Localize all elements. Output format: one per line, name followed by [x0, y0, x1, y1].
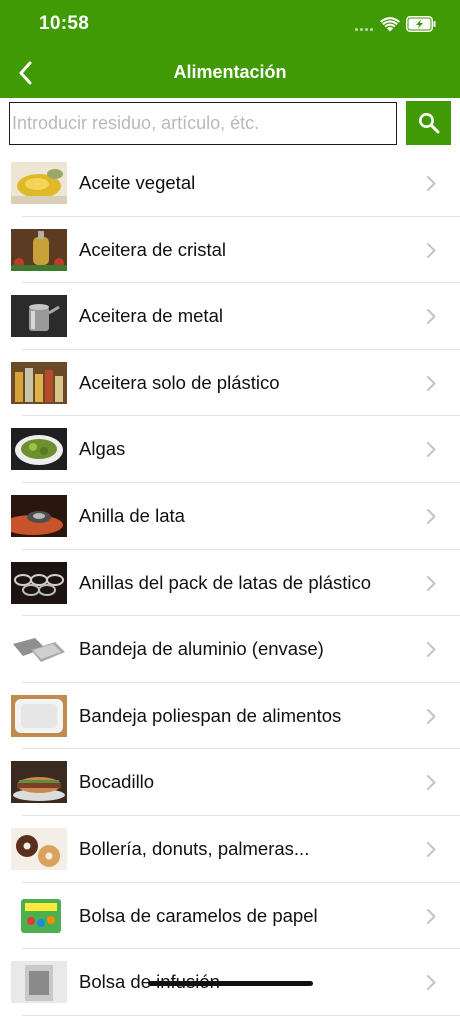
- back-button[interactable]: [8, 56, 42, 90]
- chevron-right-icon: [427, 708, 436, 724]
- list-item-bolleria[interactable]: Bollería, donuts, palmeras...: [0, 816, 460, 883]
- chevron-right-icon: [427, 309, 436, 325]
- list-item-label: Aceitera solo de plástico: [79, 371, 280, 393]
- list-item-label: Aceitera de metal: [79, 305, 223, 327]
- list-item-label: Bandeja poliespan de alimentos: [79, 704, 342, 726]
- list-item-label: Aceite vegetal: [79, 172, 196, 193]
- status-bar: 10:58: [0, 0, 460, 48]
- list-item-algas[interactable]: Algas: [0, 416, 460, 483]
- list-item-label: Bollería, donuts, palmeras...: [79, 837, 310, 859]
- navigation-bar: Alimentación: [0, 48, 460, 98]
- item-list: Aceite vegetal Aceitera de cristal Aceit…: [0, 150, 460, 1016]
- list-item-bandeja-poliespan-de-alimentos[interactable]: Bandeja poliespan de alimentos: [0, 683, 460, 750]
- chevron-right-icon: [427, 642, 436, 658]
- list-item-aceitera-de-metal[interactable]: Aceitera de metal: [0, 283, 460, 350]
- chevron-right-icon: [427, 841, 436, 857]
- can-ring-photo: [11, 494, 67, 537]
- cellular-signal-icon: [355, 28, 375, 33]
- candy-bag-photo: [11, 894, 67, 937]
- home-indicator[interactable]: [148, 981, 313, 986]
- list-item-anillas-del-pack-de-latas-de-plastico[interactable]: Anillas del pack de latas de plástico: [0, 550, 460, 617]
- chevron-right-icon: [427, 908, 436, 924]
- app-header: 10:58 Alimentación: [0, 0, 460, 98]
- search-button[interactable]: [406, 101, 451, 145]
- vegetable-oil-photo: [11, 162, 67, 204]
- chevron-right-icon: [427, 775, 436, 791]
- list-item-anilla-de-lata[interactable]: Anilla de lata: [0, 483, 460, 550]
- plastic-oil-bottles-photo: [11, 361, 67, 404]
- list-item-label: Algas: [79, 438, 126, 460]
- aluminium-trays-photo: [11, 628, 67, 671]
- list-item-label: Anilla de lata: [79, 504, 185, 526]
- list-item-aceite-vegetal[interactable]: Aceite vegetal: [0, 150, 460, 217]
- battery-charging-icon: [406, 16, 436, 32]
- wifi-icon: [380, 17, 400, 32]
- seaweed-bowl-photo: [11, 428, 67, 471]
- list-item-label: Bolsa de caramelos de papel: [79, 904, 318, 926]
- list-item-label: Bocadillo: [79, 771, 155, 793]
- list-item-label: Anillas del pack de latas de plástico: [79, 571, 372, 593]
- search-input[interactable]: [9, 102, 397, 145]
- status-time: 10:58: [39, 13, 90, 34]
- polystyrene-tray-photo: [11, 694, 67, 737]
- chevron-right-icon: [427, 442, 436, 458]
- chevron-right-icon: [427, 176, 436, 191]
- metal-oil-can-photo: [11, 295, 67, 338]
- search-bar: [0, 98, 460, 150]
- chevron-right-icon: [427, 575, 436, 591]
- page-title: Alimentación: [173, 62, 287, 82]
- list-item-aceitera-solo-de-plastico[interactable]: Aceitera solo de plástico: [0, 350, 460, 417]
- chevron-right-icon: [427, 375, 436, 391]
- chevron-left-icon: [19, 61, 32, 85]
- list-item-bandeja-de-aluminio[interactable]: Bandeja de aluminio (envase): [0, 616, 460, 683]
- sandwich-photo: [11, 761, 67, 804]
- chevron-right-icon: [427, 242, 436, 258]
- list-item-bolsa-de-caramelos-de-papel[interactable]: Bolsa de caramelos de papel: [0, 883, 460, 950]
- chevron-right-icon: [427, 508, 436, 524]
- glass-oil-cruet-photo: [11, 228, 67, 271]
- list-item-label: Bandeja de aluminio (envase): [79, 638, 324, 660]
- tea-bag-photo: [11, 961, 67, 1004]
- list-item-aceitera-de-cristal[interactable]: Aceitera de cristal: [0, 217, 460, 284]
- pastries-photo: [11, 827, 67, 870]
- list-item-label: Aceitera de cristal: [79, 238, 227, 260]
- search-icon: [418, 113, 439, 134]
- list-item-bocadillo[interactable]: Bocadillo: [0, 749, 460, 816]
- chevron-right-icon: [427, 975, 436, 991]
- plastic-six-pack-rings-photo: [11, 561, 67, 604]
